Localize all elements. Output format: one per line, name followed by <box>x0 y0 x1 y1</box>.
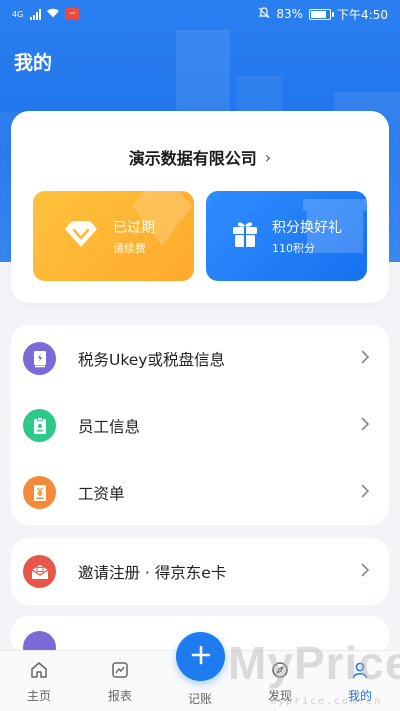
report-icon <box>110 660 130 683</box>
tax-device-icon <box>23 342 56 375</box>
tab-label: 主页 <box>26 688 51 703</box>
promo-subtitle: 请续费 <box>113 241 146 255</box>
tab-home[interactable]: 主页 <box>9 651 69 711</box>
menu-item-invite[interactable]: 邀请注册 · 得京东e卡 <box>11 538 389 605</box>
page-title: 我的 <box>14 52 53 74</box>
status-bar: 4G − 83% 下午4:50 <box>0 0 400 28</box>
clock: 下午4:50 <box>337 7 388 22</box>
menu-item-label: 员工信息 <box>78 417 141 436</box>
tab-reports[interactable]: 报表 <box>90 651 150 711</box>
menu-item-label: 工资单 <box>78 484 125 503</box>
company-card: 演示数据有限公司 › 已过期 请续费 积分换好礼 110积分 <box>11 111 389 303</box>
user-icon <box>350 660 370 683</box>
company-name: 演示数据有限公司 <box>128 149 257 168</box>
tab-label: 报表 <box>107 688 132 703</box>
add-entry-button[interactable] <box>176 632 225 681</box>
discover-icon <box>270 660 290 683</box>
chevron-right-icon <box>361 348 370 369</box>
battery-icon <box>309 8 335 20</box>
wifi-icon <box>46 7 60 21</box>
gift-icon <box>230 219 260 253</box>
menu-group-invite: 邀请注册 · 得京东e卡 <box>11 538 389 605</box>
mute-icon <box>258 6 270 22</box>
promo-title: 已过期 <box>113 219 155 236</box>
network-type: 4G <box>12 9 24 19</box>
menu-item-label: 邀请注册 · 得京东e卡 <box>78 563 227 582</box>
add-icon <box>191 645 211 669</box>
battery-percent: 83% <box>276 7 304 21</box>
menu-item-employee[interactable]: 员工信息 <box>11 392 389 459</box>
chevron-right-icon <box>361 415 370 436</box>
notification-badge-icon: − <box>65 8 80 20</box>
tab-label: 我的 <box>347 688 372 703</box>
diamond-icon <box>63 219 99 253</box>
tab-label: 记账 <box>187 692 212 706</box>
promo-subtitle: 110积分 <box>272 241 315 255</box>
home-icon <box>29 660 49 683</box>
menu-group-account: 税务Ukey或税盘信息 员工信息 工资单 <box>11 325 389 525</box>
subscription-expired-button[interactable]: 已过期 请续费 <box>33 191 194 281</box>
company-selector[interactable]: 演示数据有限公司 › <box>11 145 389 169</box>
tab-label: 发现 <box>267 688 292 703</box>
chevron-right-icon <box>361 482 370 503</box>
menu-item-label: 税务Ukey或税盘信息 <box>78 350 225 369</box>
chevron-right-icon <box>361 561 370 582</box>
points-reward-button[interactable]: 积分换好礼 110积分 <box>206 191 367 281</box>
signal-icon <box>30 8 42 20</box>
chevron-right-icon: › <box>264 147 272 167</box>
menu-item-payroll[interactable]: 工资单 <box>11 459 389 526</box>
invite-envelope-icon <box>23 555 56 588</box>
tab-discover[interactable]: 发现 <box>250 651 310 711</box>
employee-badge-icon <box>23 409 56 442</box>
tab-mine[interactable]: 我的 <box>330 651 390 711</box>
promo-title: 积分换好礼 <box>272 219 342 236</box>
menu-item-tax-device[interactable]: 税务Ukey或税盘信息 <box>11 325 389 392</box>
payroll-icon <box>23 476 56 509</box>
